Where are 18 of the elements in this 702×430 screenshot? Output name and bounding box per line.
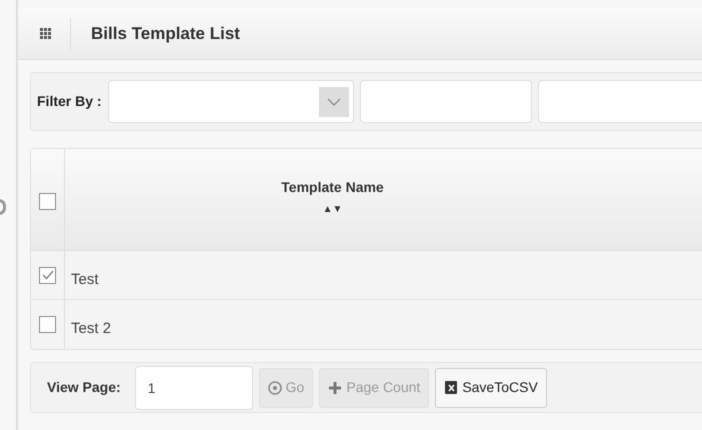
filter-field[interactable] <box>538 80 702 123</box>
chevron-down-icon <box>326 98 341 106</box>
table-cell-text: Test <box>70 270 99 290</box>
checkbox[interactable] <box>39 316 56 333</box>
page-field[interactable]: 1 <box>134 366 253 410</box>
filter-label: Filter By : <box>37 92 102 111</box>
save-csv-button[interactable]: SaveToCSV <box>435 368 547 408</box>
grid-icon[interactable] <box>40 28 52 40</box>
checkbox[interactable] <box>39 193 56 210</box>
spreadsheet-icon <box>444 380 458 395</box>
page-title: Bills Template List <box>91 22 240 45</box>
filter-field[interactable] <box>360 80 532 123</box>
check-icon <box>42 270 54 280</box>
checkbox[interactable] <box>39 266 56 284</box>
plus-icon <box>328 380 342 394</box>
table-cell-text: Test 2 <box>70 319 112 339</box>
view-page-label: View Page: <box>47 378 121 397</box>
play-circle-icon <box>268 380 282 394</box>
